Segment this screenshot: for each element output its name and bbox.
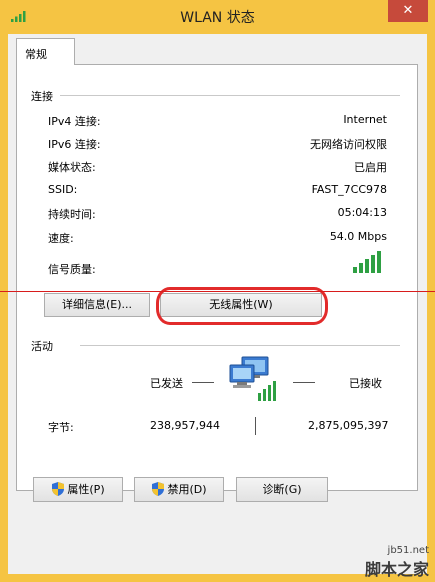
ssid-value: FAST_7CC978 (311, 183, 387, 196)
annotation-circle (156, 287, 328, 325)
sent-dash (192, 382, 214, 383)
activity-divider (80, 345, 400, 346)
properties-button[interactable]: 属性(P) (33, 477, 123, 502)
watermark: jb51.net 脚本之家 (365, 545, 429, 580)
bytes-sent-value: 238,957,944 (150, 419, 220, 432)
bytes-received-value: 2,875,095,397 (308, 419, 389, 432)
window-title: WLAN 状态 (180, 10, 255, 26)
speed-label: 速度: (48, 232, 74, 245)
ipv6-value: 无网络访问权限 (310, 138, 387, 151)
duration-value: 05:04:13 (337, 206, 387, 219)
diagnose-button[interactable]: 诊断(G) (236, 477, 328, 502)
details-button[interactable]: 详细信息(E)... (44, 293, 150, 317)
speed-value: 54.0 Mbps (329, 230, 387, 243)
received-label: 已接收 (349, 377, 382, 390)
properties-button-label: 属性(P) (67, 483, 105, 496)
disable-button[interactable]: 禁用(D) (134, 477, 224, 502)
sent-label: 已发送 (150, 377, 183, 390)
connection-group-title: 连接 (31, 90, 53, 103)
bytes-label: 字节: (48, 421, 74, 434)
ipv6-label: IPv6 连接: (48, 138, 101, 151)
tab-general[interactable]: 常规 (16, 38, 75, 65)
media-state-value: 已启用 (354, 161, 387, 174)
bytes-separator (255, 417, 256, 435)
media-state-label: 媒体状态: (48, 161, 96, 174)
duration-label: 持续时间: (48, 208, 96, 221)
ipv4-label: IPv4 连接: (48, 115, 101, 128)
signal-quality-label: 信号质量: (48, 263, 96, 276)
watermark-name: 脚本之家 (364, 560, 429, 579)
uac-shield-icon (152, 482, 165, 496)
close-button[interactable]: ✕ (388, 0, 428, 22)
ipv4-value: Internet (343, 113, 387, 126)
ssid-label: SSID: (48, 183, 78, 196)
annotation-line (0, 291, 435, 292)
signal-bars-icon (353, 251, 381, 273)
activity-group-title: 活动 (31, 340, 53, 353)
connection-divider (60, 95, 400, 96)
uac-shield-icon (52, 482, 65, 496)
title-bar: WLAN 状态 ✕ (0, 0, 435, 34)
disable-button-label: 禁用(D) (167, 483, 207, 496)
network-computers-icon (229, 356, 276, 401)
watermark-url: jb51.net (387, 545, 429, 556)
received-dash (293, 382, 315, 383)
